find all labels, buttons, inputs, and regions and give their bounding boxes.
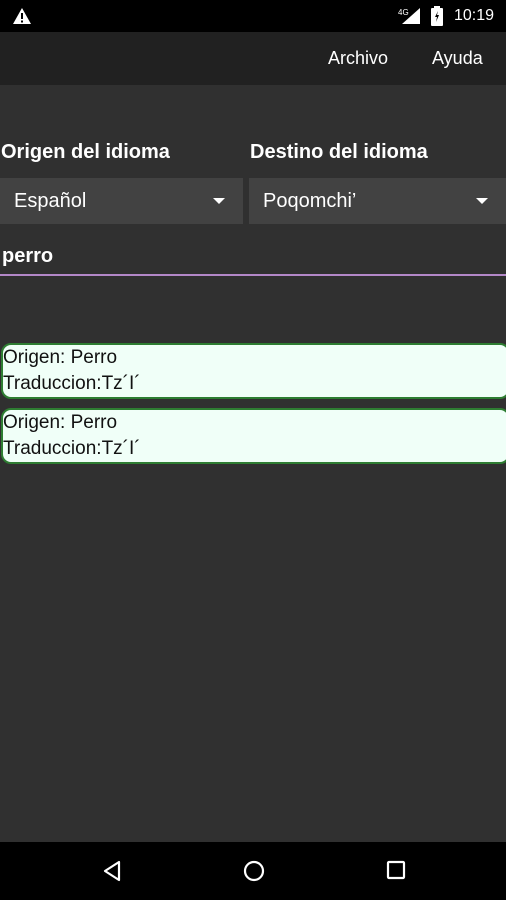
recents-icon[interactable] [385,859,407,881]
search-input[interactable] [0,238,506,276]
app-bar: Archivo Ayuda [0,32,506,85]
result-translation: Traduccion:Tz´I´ [3,373,141,394]
menu-archivo[interactable]: Archivo [328,48,388,69]
result-origin: Origen: Perro [3,347,118,368]
signal-4g-icon: 4G [398,8,420,24]
target-language-label: Destino del idioma [250,141,428,163]
svg-text:4G: 4G [398,8,409,17]
dropdown-arrow-icon [213,198,225,204]
source-language-spinner[interactable]: Español [0,178,243,224]
home-icon[interactable] [242,859,266,883]
status-bar: 4G 10:19 [0,0,506,32]
result-translation: Traduccion:Tz´I´ [3,438,141,459]
battery-icon [431,6,443,26]
result-card[interactable]: Origen: Perro Traduccion:Tz´I´ [1,343,506,399]
source-language-value: Español [14,190,87,212]
warning-icon [13,8,31,24]
status-time: 10:19 [454,7,495,24]
dropdown-arrow-icon [476,198,488,204]
target-language-spinner[interactable]: Poqomchi’ [249,178,506,224]
navigation-bar [0,842,506,900]
target-language-value: Poqomchi’ [263,190,357,212]
result-card[interactable]: Origen: Perro Traduccion:Tz´I´ [1,408,506,464]
source-language-label: Origen del idioma [1,141,170,163]
result-origin: Origen: Perro [3,412,118,433]
back-icon[interactable] [100,859,124,883]
menu-ayuda[interactable]: Ayuda [432,48,483,69]
